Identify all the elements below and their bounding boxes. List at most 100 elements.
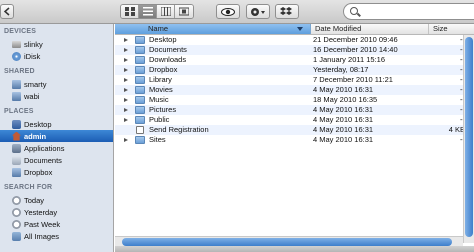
dropbox-icon (280, 6, 292, 15)
network-computer-icon (12, 79, 21, 89)
column-view-icon (160, 7, 171, 16)
clock-icon (12, 195, 21, 205)
clock-icon (12, 219, 21, 229)
row-size: -- (441, 115, 465, 125)
folder-icon (135, 66, 145, 74)
table-row[interactable]: Documents 16 December 2010 14:40 -- (115, 45, 474, 55)
eye-icon (221, 7, 235, 16)
icon-view-button[interactable] (121, 5, 139, 18)
table-row[interactable]: Movies 4 May 2010 16:31 -- (115, 85, 474, 95)
list-view-button[interactable] (139, 5, 157, 18)
row-name: Downloads (149, 55, 187, 64)
documents-icon (12, 155, 21, 165)
search-field[interactable] (343, 3, 474, 20)
table-row[interactable]: Dropbox Yesterday, 08:17 -- (115, 65, 474, 75)
row-size: -- (441, 45, 465, 55)
back-button[interactable] (0, 4, 14, 19)
file-list: Name Date Modified Size Desktop 21 Decemb… (115, 24, 474, 252)
folder-icon (135, 76, 145, 84)
row-size: -- (441, 35, 465, 45)
column-view-button[interactable] (157, 5, 175, 18)
row-date: 18 May 2010 16:35 (313, 95, 378, 104)
dropbox-folder-icon (12, 167, 21, 177)
quick-look-button[interactable] (216, 4, 240, 19)
disclosure-triangle-icon[interactable] (124, 78, 128, 82)
column-header-name[interactable]: Name (115, 24, 311, 34)
table-row[interactable]: Public 4 May 2010 16:31 -- (115, 115, 474, 125)
row-size: -- (441, 65, 465, 75)
row-date: 4 May 2010 16:31 (313, 105, 374, 114)
horizontal-scrollbar[interactable] (115, 236, 463, 246)
disclosure-triangle-icon[interactable] (124, 38, 128, 42)
table-row[interactable]: Downloads 1 January 2011 15:16 -- (115, 55, 474, 65)
table-row[interactable]: Desktop 21 December 2010 09:46 -- (115, 35, 474, 45)
sidebar-item-admin[interactable]: admin (0, 130, 113, 142)
sidebar-item-idisk[interactable]: iDisk (0, 50, 113, 62)
hard-drive-icon (12, 40, 21, 48)
sidebar-item-all-images[interactable]: All Images (0, 230, 113, 242)
cover-flow-view-button[interactable] (175, 5, 193, 18)
row-date: 21 December 2010 09:46 (313, 35, 398, 44)
folder-icon (135, 136, 145, 144)
vertical-scrollbar[interactable] (463, 35, 474, 243)
row-name: Movies (149, 85, 173, 94)
table-row[interactable]: Pictures 4 May 2010 16:31 -- (115, 105, 474, 115)
row-date: 4 May 2010 16:31 (313, 125, 374, 134)
folder-icon (135, 96, 145, 104)
disclosure-triangle-icon[interactable] (124, 118, 128, 122)
disclosure-triangle-icon[interactable] (124, 88, 128, 92)
sidebar-item-applications[interactable]: Applications (0, 142, 113, 154)
view-mode-segmented-control[interactable] (120, 4, 194, 19)
column-header-size[interactable]: Size (429, 24, 474, 34)
disclosure-triangle-icon[interactable] (124, 108, 128, 112)
folder-icon (135, 36, 145, 44)
dropbox-menu-button[interactable] (275, 4, 299, 19)
row-size: 4 KB (448, 125, 465, 134)
row-date: 4 May 2010 16:31 (313, 85, 374, 94)
sidebar-item-dropbox[interactable]: Dropbox (0, 166, 113, 178)
sort-descending-icon (297, 27, 303, 31)
folder-icon (135, 56, 145, 64)
sidebar-item-yesterday[interactable]: Yesterday (0, 206, 113, 218)
table-row[interactable]: Music 18 May 2010 16:35 -- (115, 95, 474, 105)
table-row[interactable]: Library 7 December 2010 11:21 -- (115, 75, 474, 85)
column-header-bar: Name Date Modified Size (115, 24, 474, 35)
row-size: -- (441, 85, 465, 95)
file-icon (136, 126, 144, 134)
shared-header: SHARED (4, 68, 35, 75)
disclosure-triangle-icon[interactable] (124, 98, 128, 102)
images-icon (12, 231, 21, 241)
action-menu-button[interactable] (246, 4, 270, 19)
sidebar-item-smarty[interactable]: smarty (0, 78, 113, 90)
row-size: -- (441, 55, 465, 65)
applications-icon (12, 143, 21, 153)
disclosure-triangle-icon[interactable] (124, 58, 128, 62)
sidebar-item-past-week[interactable]: Past Week (0, 218, 113, 230)
idisk-icon (12, 51, 21, 61)
sidebar-item-today[interactable]: Today (0, 194, 113, 206)
disclosure-triangle-icon[interactable] (124, 48, 128, 52)
sidebar-item-documents[interactable]: Documents (0, 154, 113, 166)
horizontal-scroll-thumb[interactable] (122, 238, 452, 246)
sidebar-item-wabi[interactable]: wabi (0, 90, 113, 102)
sidebar-item-slinky[interactable]: slinky (0, 38, 113, 50)
desktop-icon (12, 119, 21, 129)
table-row[interactable]: Sites 4 May 2010 16:31 -- (115, 135, 474, 145)
sidebar-item-desktop[interactable]: Desktop (0, 118, 113, 130)
row-date: 1 January 2011 15:16 (313, 55, 386, 64)
disclosure-triangle-icon[interactable] (124, 68, 128, 72)
disclosure-triangle-icon[interactable] (124, 138, 128, 142)
devices-header: DEVICES (4, 28, 37, 35)
vertical-scroll-thumb[interactable] (465, 37, 473, 237)
row-name: Music (149, 95, 169, 104)
row-name: Send Registration (149, 125, 209, 134)
search-input[interactable] (362, 5, 462, 18)
folder-icon (135, 116, 145, 124)
row-date: Yesterday, 08:17 (313, 65, 369, 74)
table-row[interactable]: Send Registration 4 May 2010 16:31 4 KB (115, 125, 474, 135)
column-header-date-modified[interactable]: Date Modified (311, 24, 429, 34)
row-name: Public (149, 115, 170, 124)
row-name: Sites (149, 135, 166, 144)
network-computer-icon (12, 91, 21, 101)
chevron-left-icon (3, 7, 10, 16)
